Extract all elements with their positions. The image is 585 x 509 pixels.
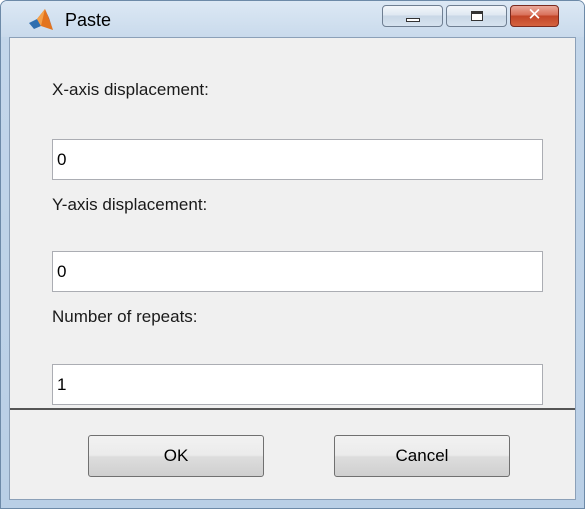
- paste-dialog-window: Paste ✕ X-axis displacement: Y-axis disp…: [0, 0, 585, 509]
- minimize-button[interactable]: [382, 5, 443, 27]
- ok-button[interactable]: OK: [88, 435, 264, 477]
- window-title: Paste: [65, 10, 112, 30]
- maximize-icon: [471, 11, 483, 21]
- close-button[interactable]: ✕: [510, 5, 559, 27]
- title-bar[interactable]: Paste ✕: [1, 1, 584, 37]
- y-displacement-input[interactable]: [52, 251, 543, 292]
- cancel-button[interactable]: Cancel: [334, 435, 510, 477]
- matlab-icon: [29, 9, 53, 30]
- y-displacement-label: Y-axis displacement:: [52, 195, 208, 214]
- maximize-button[interactable]: [446, 5, 507, 27]
- x-displacement-input[interactable]: [52, 139, 543, 180]
- minimize-icon: [406, 18, 420, 22]
- button-panel: OK Cancel: [10, 410, 575, 499]
- dialog-body: X-axis displacement: Y-axis displacement…: [9, 37, 576, 500]
- repeats-label: Number of repeats:: [52, 307, 198, 326]
- close-icon: ✕: [527, 5, 542, 25]
- x-displacement-label: X-axis displacement:: [52, 80, 209, 99]
- repeats-input[interactable]: [52, 364, 543, 405]
- fields-panel: X-axis displacement: Y-axis displacement…: [10, 38, 575, 408]
